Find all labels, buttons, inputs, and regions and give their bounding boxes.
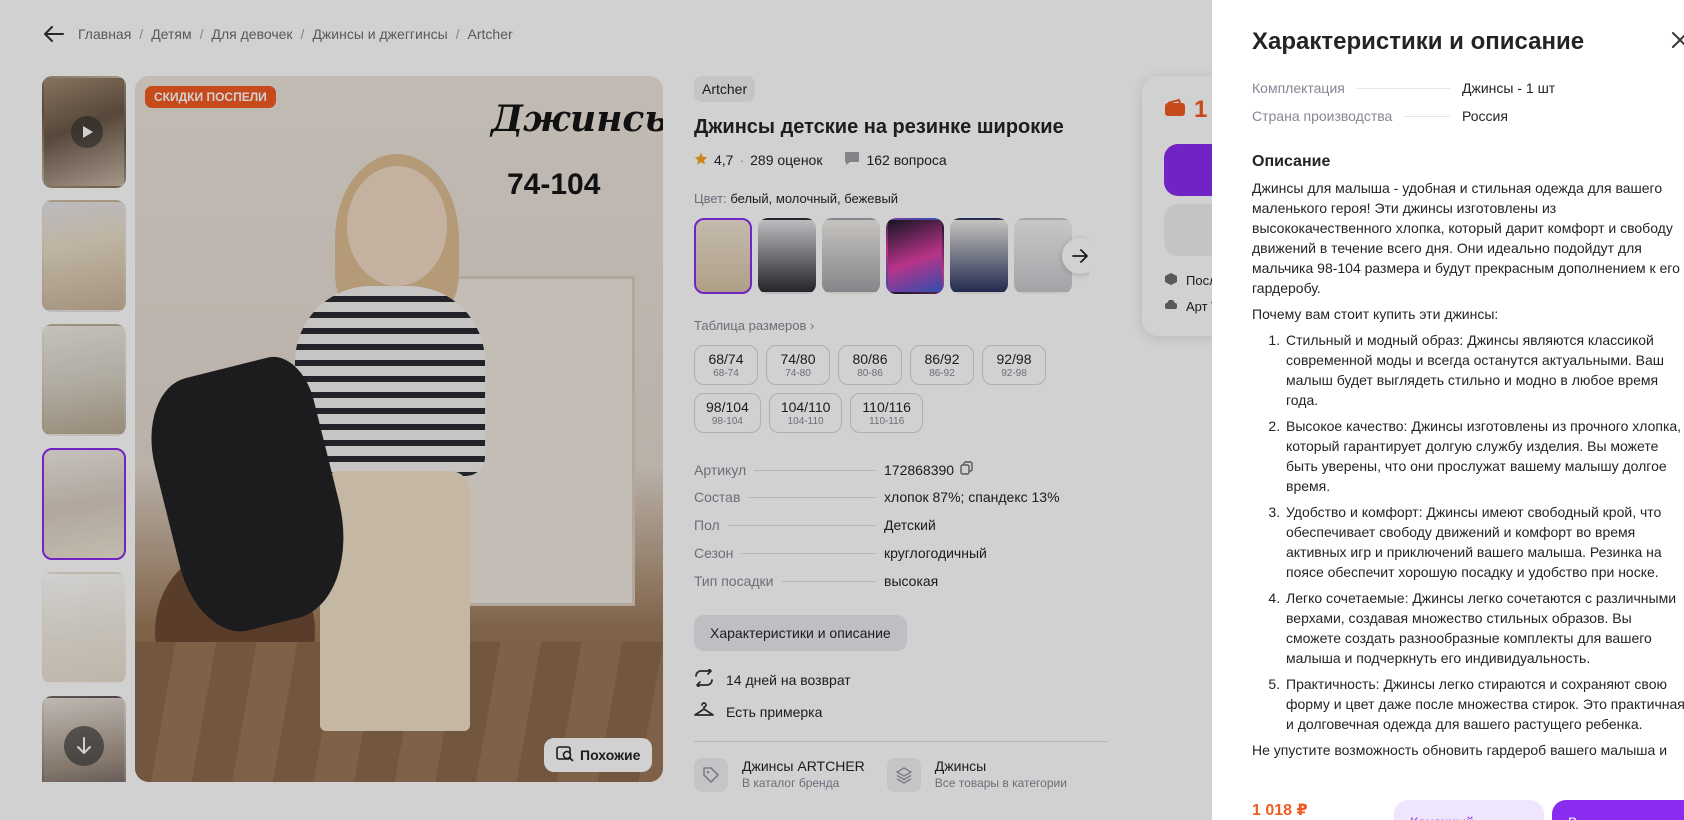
- description-outro: Не упустите возможность обновить гардеро…: [1252, 742, 1668, 758]
- reasons-list: Стильный и модный образ: Джинсы являются…: [1252, 330, 1684, 734]
- panel-title: Характеристики и описание: [1252, 28, 1585, 55]
- reason-item: Высокое качество: Джинсы изготовлены из …: [1284, 416, 1684, 496]
- characteristics-panel: Характеристики и описание Комплектация Дж…: [1212, 0, 1684, 820]
- spec-key: Комплектация: [1252, 80, 1345, 96]
- panel-spec-list: Комплектация Джинсы - 1 шт Страна произво…: [1252, 80, 1682, 136]
- description-why: Почему вам стоит купить эти джинсы:: [1252, 306, 1499, 322]
- reason-item: Легко сочетаемые: Джинсы легко сочетаютс…: [1284, 588, 1684, 668]
- reason-item: Стильный и модный образ: Джинсы являются…: [1284, 330, 1684, 410]
- spec-key: Страна производства: [1252, 108, 1393, 124]
- modal-backdrop[interactable]: [0, 0, 1212, 820]
- footer-secondary-button[interactable]: Конечный: [1394, 800, 1544, 820]
- footer-price: 1 018 ₽: [1252, 802, 1308, 819]
- spec-dots: [1404, 116, 1450, 117]
- description-heading: Описание: [1252, 153, 1331, 170]
- product-page: Главная / Детям / Для девочек / Джинсы и…: [0, 0, 1684, 820]
- reason-item: Практичность: Джинсы легко стираются и с…: [1284, 674, 1684, 734]
- spec-dots: [1356, 88, 1450, 89]
- reason-item: Удобство и комфорт: Джинсы имеют свободн…: [1284, 502, 1684, 582]
- spec-value: Джинсы - 1 шт: [1462, 80, 1556, 96]
- spec-value: Россия: [1462, 108, 1508, 124]
- spec-row: Комплектация Джинсы - 1 шт: [1252, 80, 1682, 108]
- description-body: Описание Джинсы для малыша - удобная и с…: [1252, 152, 1684, 766]
- description-intro: Джинсы для малыша - удобная и стильная о…: [1252, 180, 1680, 296]
- footer-primary-button[interactable]: В: [1552, 800, 1684, 820]
- close-icon[interactable]: [1670, 30, 1684, 52]
- spec-row: Страна производства Россия: [1252, 108, 1682, 136]
